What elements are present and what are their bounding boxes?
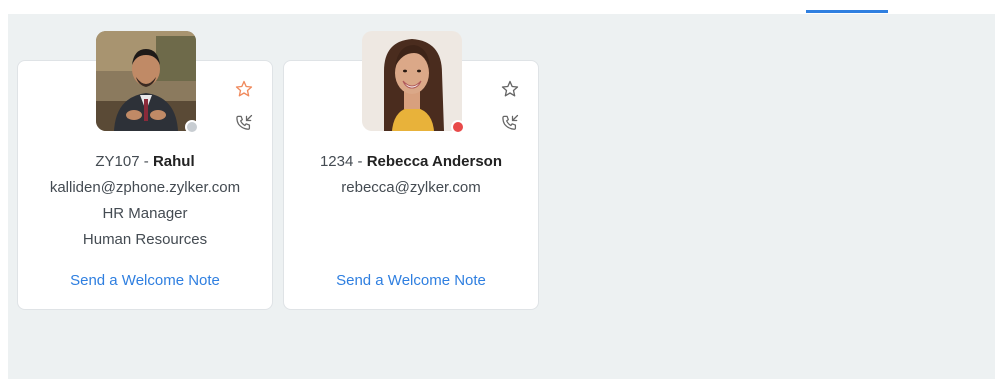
- phone-incoming-icon[interactable]: [500, 113, 520, 133]
- status-busy-indicator: [451, 120, 465, 134]
- avatar-container[interactable]: [96, 31, 199, 134]
- send-welcome-note-link[interactable]: Send a Welcome Note: [18, 272, 272, 289]
- contact-name: Rahul: [152, 153, 195, 170]
- avatar-container[interactable]: [362, 31, 465, 134]
- contact-title: [284, 201, 538, 227]
- contact-department: [284, 227, 538, 253]
- phone-incoming-icon[interactable]: [234, 113, 254, 133]
- contact-info: ZY107 - Rahul kalliden@zphone.zylker.com…: [18, 149, 272, 253]
- send-welcome-note-link[interactable]: Send a Welcome Note: [284, 272, 538, 289]
- contact-card: ZY107 - Rahul kalliden@zphone.zylker.com…: [17, 31, 273, 310]
- contact-title: HR Manager: [102, 205, 188, 222]
- status-away-indicator: [185, 120, 199, 134]
- contact-card: 1234 - Rebecca Anderson rebecca@zylker.c…: [283, 31, 539, 310]
- contact-heading: 1234 - Rebecca Anderson: [284, 149, 538, 175]
- contact-info: 1234 - Rebecca Anderson rebecca@zylker.c…: [284, 149, 538, 253]
- contact-department: Human Resources: [82, 231, 208, 248]
- star-icon[interactable]: [500, 79, 520, 99]
- contact-name: Rebecca Anderson: [366, 153, 503, 170]
- extension-number: 1234: [319, 153, 354, 170]
- active-tab-indicator: [806, 10, 888, 13]
- avatar[interactable]: [362, 31, 462, 131]
- contact-heading: ZY107 - Rahul: [18, 149, 272, 175]
- separator: -: [353, 153, 367, 170]
- star-icon[interactable]: [234, 79, 254, 99]
- contact-email: kalliden@zphone.zylker.com: [49, 179, 241, 196]
- avatar[interactable]: [96, 31, 196, 131]
- separator: -: [139, 153, 153, 170]
- contact-email: rebecca@zylker.com: [341, 179, 481, 196]
- extension-number: ZY107: [95, 153, 140, 170]
- top-tab-bar: [0, 0, 995, 14]
